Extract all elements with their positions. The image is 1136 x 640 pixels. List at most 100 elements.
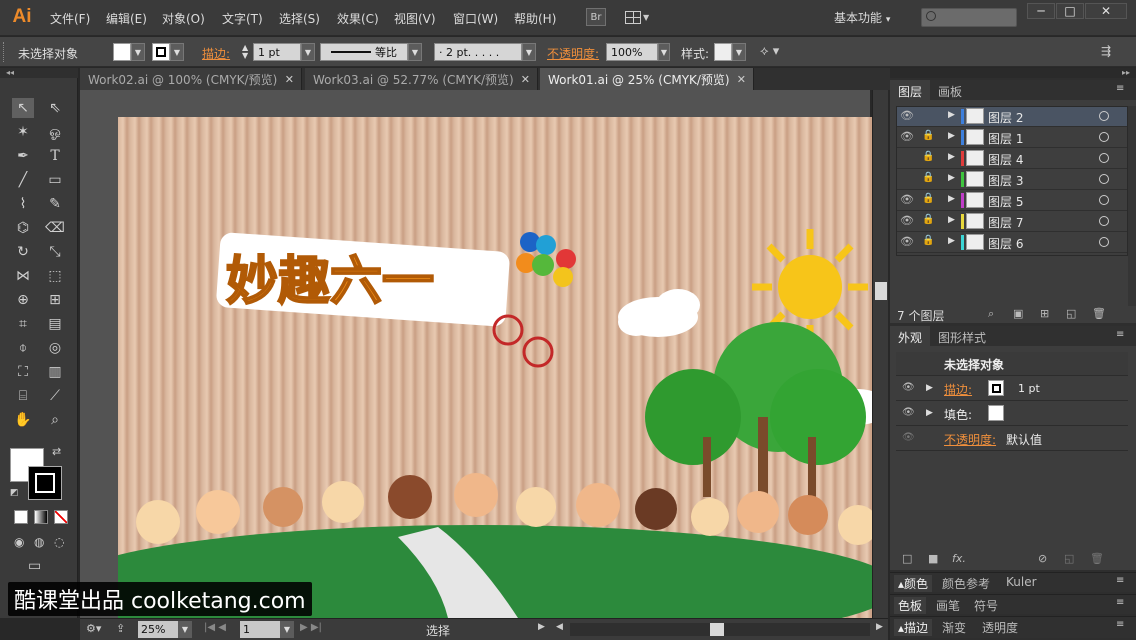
stroke-weight-dropdown[interactable]: ▼ — [301, 43, 315, 61]
target-circle-icon[interactable] — [1099, 132, 1109, 142]
lock-icon[interactable]: 🔒 — [922, 235, 934, 246]
workspace-switcher[interactable]: 基本功能 ▾ — [834, 9, 890, 26]
layer-name[interactable]: 图层 7 — [988, 214, 1023, 231]
scale-tool-icon[interactable]: ⤡ — [44, 242, 66, 262]
artboard-number-field[interactable]: 1 — [240, 621, 280, 638]
close-tab-icon[interactable]: ✕ — [521, 73, 530, 86]
brush-definition[interactable]: · 2 pt. . . . . — [434, 43, 522, 61]
default-colors-icon[interactable]: ◩ — [10, 488, 19, 498]
last-artboard-icon[interactable]: ▶ ▶| — [300, 622, 322, 633]
appearance-fill-row[interactable]: 👁 ▶ 填色: — [896, 402, 1128, 426]
layer-name[interactable]: 图层 3 — [988, 172, 1023, 189]
expand-arrow-icon[interactable]: ▶ — [948, 194, 955, 204]
tab-color[interactable]: ▴颜色 — [894, 575, 933, 592]
tab-layers[interactable]: 图层 — [890, 80, 931, 100]
clear-appearance-icon[interactable]: ⊘ — [1038, 552, 1047, 565]
document-setup-icon[interactable]: ⟡ ▾ — [760, 44, 779, 59]
layer-row[interactable]: 👁 🔒 ▶ 图层 6 — [896, 232, 1128, 253]
tab-color-guide[interactable]: 颜色参考 — [942, 575, 990, 592]
stroke-stepper[interactable]: ▲ ▼ — [242, 43, 252, 61]
search-input[interactable] — [921, 8, 1017, 27]
lock-icon[interactable]: 🔒 — [922, 130, 934, 141]
clipping-mask-icon[interactable]: ▣ — [1013, 307, 1023, 320]
export-icon[interactable]: ⇪ — [116, 622, 125, 635]
close-tab-icon[interactable]: ✕ — [285, 73, 294, 86]
direct-selection-tool-icon[interactable]: ⇖ — [44, 98, 66, 118]
perspective-grid-tool-icon[interactable]: ⊞ — [44, 290, 66, 310]
panel-menu-icon[interactable]: ≡ — [1116, 575, 1124, 586]
locate-object-icon[interactable]: ⌕ — [988, 307, 994, 321]
opacity-label[interactable]: 不透明度: — [547, 45, 599, 62]
layer-row[interactable]: 👁🔒▶图层 3 — [896, 169, 1128, 190]
layer-row[interactable]: 👁🔒▶图层 4 — [896, 148, 1128, 169]
draw-behind-icon[interactable]: ◍ — [34, 535, 44, 549]
tab-gradient[interactable]: 渐变 — [942, 619, 966, 636]
zoom-tool-icon[interactable]: ⌕ — [44, 410, 66, 430]
eye-icon[interactable]: 👁 — [900, 235, 914, 248]
layer-name[interactable]: 图层 5 — [988, 193, 1023, 210]
tab-artboards[interactable]: 画板 — [932, 83, 968, 100]
shape-builder-tool-icon[interactable]: ⊕ — [12, 290, 34, 310]
slice-tool-icon[interactable]: ⟋ — [44, 386, 66, 406]
stroke-label[interactable]: 描边: — [202, 45, 230, 62]
add-fill-icon[interactable]: ■ — [928, 552, 938, 565]
expand-arrow-icon[interactable]: ▶ — [948, 173, 955, 183]
layers-scrollbar[interactable] — [1128, 106, 1136, 306]
horizontal-scrollbar[interactable] — [570, 623, 870, 636]
expand-arrow-icon[interactable]: ▶ — [948, 131, 955, 141]
panel-menu-icon[interactable]: ≡ — [1116, 619, 1124, 630]
tab-work03[interactable]: Work03.ai @ 52.77% (CMYK/预览) ✕ — [305, 68, 538, 90]
collapse-dock-icon[interactable]: ▸▸ — [890, 68, 1136, 78]
opacity-dropdown[interactable]: ▼ — [658, 43, 670, 61]
expand-arrow-icon[interactable]: ▶ — [948, 110, 955, 120]
draw-normal-icon[interactable]: ◉ — [14, 535, 24, 549]
none-mode-icon[interactable] — [54, 510, 68, 524]
artboard-dropdown[interactable]: ▼ — [280, 621, 294, 638]
panel-menu-icon[interactable]: ≡ — [1116, 83, 1124, 94]
target-circle-icon[interactable] — [1099, 216, 1109, 226]
column-graph-tool-icon[interactable]: ▥ — [44, 362, 66, 382]
artboard-tool-icon[interactable]: ⌸ — [12, 386, 34, 406]
opacity-field[interactable]: 100% — [606, 43, 658, 61]
eye-icon[interactable]: 👁 — [900, 193, 914, 206]
paintbrush-tool-icon[interactable]: ⌇ — [12, 194, 34, 214]
add-effect-icon[interactable]: fx. — [952, 552, 966, 565]
menu-object[interactable]: 对象(O) — [162, 10, 205, 27]
fill-dropdown[interactable]: ▼ — [131, 43, 145, 61]
layer-row[interactable]: 👁 🔒 ▶ 图层 5 — [896, 190, 1128, 211]
tab-appearance[interactable]: 外观 — [890, 326, 931, 346]
symbol-sprayer-tool-icon[interactable]: ⛶ — [12, 362, 34, 382]
tab-work01[interactable]: Work01.ai @ 25% (CMYK/预览) ✕ — [540, 68, 754, 90]
tab-graphic-styles[interactable]: 图形样式 — [932, 329, 992, 346]
expand-arrow-icon[interactable]: ▶ — [948, 236, 955, 246]
blend-tool-icon[interactable]: ◎ — [44, 338, 66, 358]
tab-transparency[interactable]: 透明度 — [982, 619, 1018, 636]
target-circle-icon[interactable] — [1099, 153, 1109, 163]
status-options-icon[interactable]: ⚙▾ — [86, 622, 101, 635]
close-window-button[interactable]: ✕ — [1085, 3, 1127, 19]
selection-tool-icon[interactable]: ↖ — [12, 98, 34, 118]
menu-effect[interactable]: 效果(C) — [337, 10, 379, 27]
layer-name[interactable]: 图层 1 — [988, 130, 1023, 147]
menu-view[interactable]: 视图(V) — [394, 10, 436, 27]
zoom-field[interactable]: 25% — [138, 621, 178, 638]
scroll-right-icon[interactable]: ▶ — [876, 622, 883, 632]
menu-help[interactable]: 帮助(H) — [514, 10, 556, 27]
expand-arrow-icon[interactable]: ▶ — [948, 215, 955, 225]
eye-icon[interactable]: 👁 — [900, 130, 914, 143]
add-stroke-icon[interactable]: □ — [902, 552, 912, 565]
width-tool-icon[interactable]: ⋈ — [12, 266, 34, 286]
layer-row[interactable]: 👁 🔒 ▶ 图层 7 — [896, 211, 1128, 232]
screen-mode-icon[interactable]: ▭ — [28, 558, 41, 574]
menu-file[interactable]: 文件(F) — [50, 10, 90, 27]
appearance-stroke-row[interactable]: 👁 ▶ 描边: 1 pt — [896, 377, 1128, 401]
brush-dropdown[interactable]: ▼ — [522, 43, 536, 61]
menu-window[interactable]: 窗口(W) — [453, 10, 498, 27]
eyedropper-tool-icon[interactable]: ⌽ — [12, 338, 34, 358]
menu-edit[interactable]: 编辑(E) — [106, 10, 147, 27]
horizontal-scroll-thumb[interactable] — [710, 623, 724, 636]
expand-arrow-icon[interactable]: ▶ — [926, 383, 933, 393]
draw-inside-icon[interactable]: ◌ — [54, 535, 64, 549]
swap-colors-icon[interactable]: ⇄ — [52, 445, 61, 458]
layer-name[interactable]: 图层 4 — [988, 151, 1023, 168]
